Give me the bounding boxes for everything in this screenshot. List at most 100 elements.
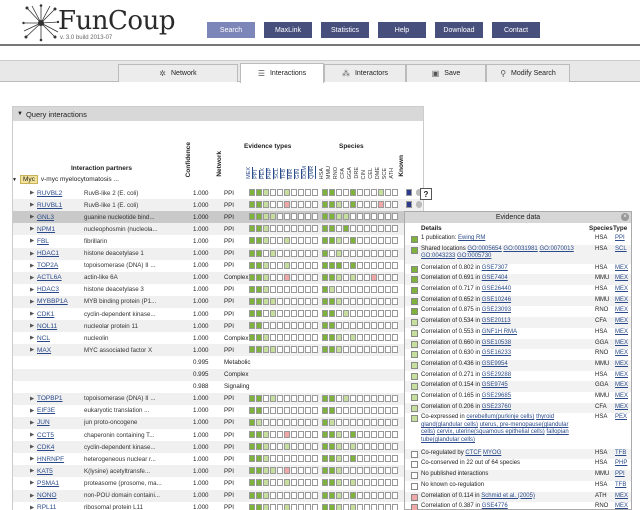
evidence-type-link[interactable]: MEX bbox=[615, 297, 628, 303]
evidence-box[interactable] bbox=[263, 346, 269, 354]
species-box[interactable] bbox=[364, 491, 370, 499]
evidence-box[interactable] bbox=[270, 297, 276, 305]
species-box[interactable] bbox=[364, 297, 370, 305]
species-box[interactable] bbox=[343, 225, 349, 233]
species-box[interactable] bbox=[336, 406, 342, 414]
known-box[interactable] bbox=[406, 201, 412, 209]
evidence-box[interactable] bbox=[305, 237, 311, 245]
species-box[interactable] bbox=[371, 285, 377, 293]
evidence-box[interactable] bbox=[284, 273, 290, 281]
species-box[interactable] bbox=[336, 443, 342, 451]
species-box[interactable] bbox=[357, 491, 363, 499]
species-box[interactable] bbox=[343, 273, 349, 281]
evidence-box[interactable] bbox=[249, 273, 255, 281]
species-box[interactable] bbox=[364, 467, 370, 475]
evidence-box[interactable] bbox=[263, 431, 269, 438]
evidence-box[interactable] bbox=[270, 467, 276, 475]
evidence-box[interactable] bbox=[291, 503, 297, 510]
expand-row-icon[interactable]: ▶ bbox=[30, 287, 34, 293]
evidence-box[interactable] bbox=[270, 273, 276, 281]
table-row[interactable]: ▶ PSMA1 proteasome (prosome, ma... 1.000 PPI bbox=[13, 477, 423, 489]
species-box[interactable] bbox=[343, 467, 349, 475]
evidence-box[interactable] bbox=[263, 443, 269, 451]
species-box[interactable] bbox=[343, 491, 349, 499]
species-box[interactable] bbox=[385, 334, 391, 342]
evidence-box[interactable] bbox=[256, 322, 262, 330]
evidence-box[interactable] bbox=[256, 297, 262, 305]
evidence-box[interactable] bbox=[291, 322, 297, 330]
evidence-box[interactable] bbox=[284, 418, 290, 426]
evidence-box[interactable] bbox=[312, 213, 318, 221]
table-row[interactable]: ▶ CCT5 chaperonin containing T... 1.000 PPI bbox=[13, 429, 423, 441]
species-box[interactable] bbox=[371, 225, 377, 233]
species-box[interactable] bbox=[378, 237, 384, 245]
evidence-link[interactable]: GSE20113 bbox=[482, 318, 511, 324]
evidence-box[interactable] bbox=[249, 237, 255, 245]
species-box[interactable] bbox=[385, 491, 391, 499]
evidence-box[interactable] bbox=[305, 297, 311, 305]
evidence-box[interactable] bbox=[256, 310, 262, 317]
evidence-box[interactable] bbox=[312, 455, 318, 463]
gene-symbol-link[interactable]: PSMA1 bbox=[37, 480, 59, 487]
species-box[interactable] bbox=[343, 455, 349, 463]
tab-interactors[interactable]: ⁂ Interactors bbox=[324, 64, 406, 82]
species-box[interactable] bbox=[392, 201, 398, 209]
tab-save[interactable]: ▣ Save bbox=[406, 64, 486, 82]
species-box[interactable] bbox=[371, 213, 377, 221]
species-box[interactable] bbox=[329, 503, 335, 510]
species-cfa[interactable]: CFA bbox=[340, 168, 346, 179]
species-box[interactable] bbox=[378, 394, 384, 402]
evidence-type-gin[interactable]: GIN bbox=[295, 169, 301, 179]
species-box[interactable] bbox=[371, 431, 377, 438]
evidence-link[interactable]: GSE9745 bbox=[482, 382, 508, 388]
evidence-box[interactable] bbox=[291, 491, 297, 499]
evidence-box[interactable] bbox=[305, 334, 311, 342]
species-box[interactable] bbox=[364, 406, 370, 414]
evidence-box[interactable] bbox=[270, 249, 276, 257]
species-box[interactable] bbox=[329, 297, 335, 305]
species-box[interactable] bbox=[392, 297, 398, 305]
species-box[interactable] bbox=[385, 431, 391, 438]
evidence-link[interactable]: GSE29685 bbox=[482, 393, 511, 399]
species-box[interactable] bbox=[350, 249, 356, 257]
evidence-box[interactable] bbox=[298, 346, 304, 354]
evidence-box[interactable] bbox=[312, 443, 318, 451]
species-box[interactable] bbox=[378, 467, 384, 475]
evidence-box[interactable] bbox=[312, 237, 318, 245]
species-box[interactable] bbox=[378, 406, 384, 414]
species-box[interactable] bbox=[385, 297, 391, 305]
species-box[interactable] bbox=[364, 503, 370, 510]
evidence-box[interactable] bbox=[291, 418, 297, 426]
evidence-box[interactable] bbox=[312, 334, 318, 342]
info-icon[interactable] bbox=[416, 201, 422, 209]
evidence-box[interactable] bbox=[249, 346, 255, 354]
species-box[interactable] bbox=[357, 467, 363, 475]
evidence-box[interactable] bbox=[277, 237, 283, 245]
evidence-box[interactable] bbox=[305, 213, 311, 221]
evidence-box[interactable] bbox=[256, 285, 262, 293]
species-box[interactable] bbox=[378, 443, 384, 451]
species-box[interactable] bbox=[350, 297, 356, 305]
species-box[interactable] bbox=[392, 394, 398, 402]
evidence-box[interactable] bbox=[291, 406, 297, 414]
evidence-box[interactable] bbox=[249, 310, 255, 317]
evidence-box[interactable] bbox=[263, 406, 269, 414]
species-box[interactable] bbox=[385, 273, 391, 281]
evidence-box[interactable] bbox=[277, 273, 283, 281]
evidence-box[interactable] bbox=[277, 467, 283, 475]
evidence-box[interactable] bbox=[249, 503, 255, 510]
species-box[interactable] bbox=[371, 261, 377, 269]
evidence-box[interactable] bbox=[249, 322, 255, 330]
evidence-box[interactable] bbox=[256, 467, 262, 475]
species-box[interactable] bbox=[322, 431, 328, 438]
species-box[interactable] bbox=[350, 322, 356, 330]
evidence-type-link[interactable]: MEX bbox=[615, 318, 628, 324]
species-box[interactable] bbox=[364, 346, 370, 354]
evidence-box[interactable] bbox=[312, 285, 318, 293]
evidence-box[interactable] bbox=[277, 225, 283, 233]
species-box[interactable] bbox=[392, 491, 398, 499]
species-box[interactable] bbox=[364, 237, 370, 245]
evidence-box[interactable] bbox=[277, 334, 283, 342]
evidence-box[interactable] bbox=[291, 443, 297, 451]
species-box[interactable] bbox=[329, 273, 335, 281]
